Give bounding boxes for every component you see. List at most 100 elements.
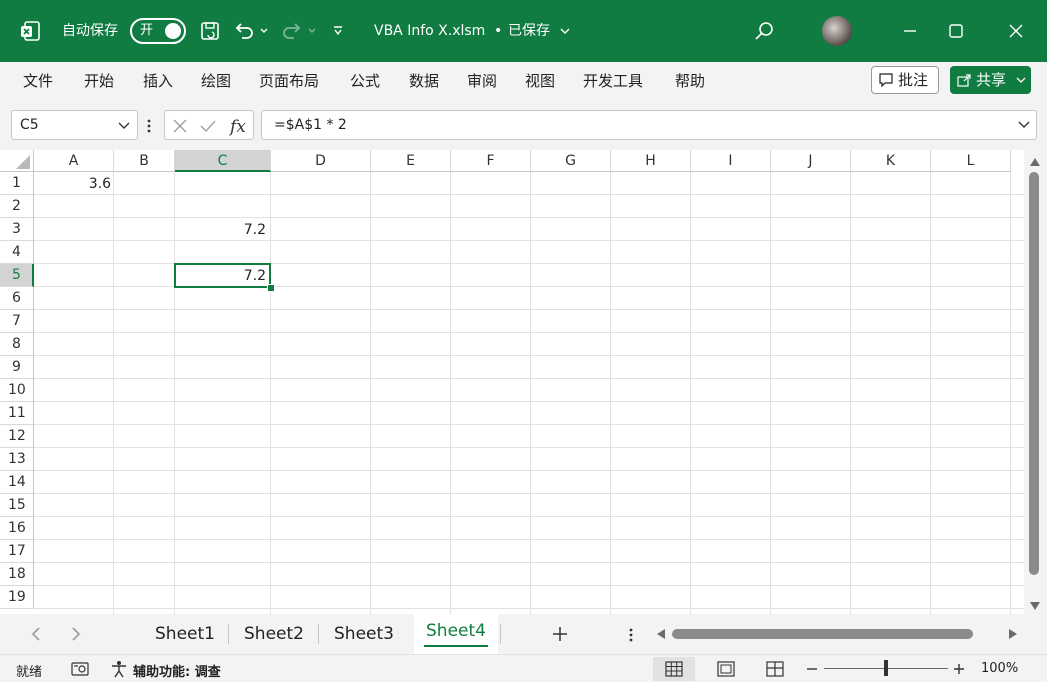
column-header-b[interactable]: B <box>114 150 175 172</box>
sheet-tab-sheet1[interactable]: Sheet1 <box>143 614 227 654</box>
row-header-14[interactable]: 14 <box>0 471 34 494</box>
tab-review[interactable]: 审阅 <box>467 62 497 100</box>
file-name[interactable]: VBA Info X.xlsm <box>374 0 485 62</box>
column-header-e[interactable]: E <box>371 150 451 172</box>
row-header-9[interactable]: 9 <box>0 356 34 379</box>
cell-a1[interactable]: 3.6 <box>34 173 111 195</box>
column-header-c[interactable]: C <box>175 150 271 172</box>
insert-function-icon[interactable]: fx <box>229 115 249 137</box>
cell-c5[interactable]: 7.2 <box>175 265 266 287</box>
select-all-corner[interactable] <box>0 150 34 172</box>
sheet-options-icon[interactable] <box>628 627 634 643</box>
macro-recorder-icon[interactable] <box>71 661 89 677</box>
fill-handle[interactable] <box>267 284 275 292</box>
undo-dropdown-icon[interactable] <box>254 17 274 45</box>
scroll-down-icon[interactable] <box>1029 601 1041 611</box>
row-header-17[interactable]: 17 <box>0 540 34 563</box>
enter-check-icon[interactable] <box>199 118 217 134</box>
scroll-up-icon[interactable] <box>1029 157 1041 167</box>
formula-input[interactable]: =$A$1 * 2 <box>261 110 1037 140</box>
maximize-icon[interactable] <box>942 17 970 45</box>
row-header-5[interactable]: 5 <box>0 264 34 287</box>
save-status[interactable]: 已保存 <box>508 0 550 62</box>
expand-formula-chevron-icon[interactable] <box>1018 120 1030 130</box>
zoom-level[interactable]: 100% <box>981 661 1018 676</box>
row-header-1[interactable]: 1 <box>0 172 34 195</box>
zoom-in-icon[interactable] <box>953 663 965 675</box>
tab-draw[interactable]: 绘图 <box>201 62 231 100</box>
column-header-d[interactable]: D <box>271 150 371 172</box>
row-header-18[interactable]: 18 <box>0 563 34 586</box>
next-sheet-icon[interactable] <box>70 627 82 641</box>
grid-row-line <box>34 401 1024 402</box>
minimize-icon[interactable] <box>896 17 924 45</box>
more-options-icon[interactable] <box>146 118 152 134</box>
cell-c3[interactable]: 7.2 <box>175 219 266 241</box>
search-icon[interactable] <box>750 17 778 45</box>
sheet-tab-sheet3[interactable]: Sheet3 <box>322 614 406 654</box>
scroll-right-icon[interactable] <box>1008 628 1018 640</box>
ribbon-tabs: 文件 开始 插入 绘图 页面布局 公式 数据 审阅 视图 开发工具 帮助 批注 … <box>0 62 1047 101</box>
redo-dropdown-icon[interactable] <box>302 17 322 45</box>
row-header-6[interactable]: 6 <box>0 287 34 310</box>
row-header-8[interactable]: 8 <box>0 333 34 356</box>
row-header-4[interactable]: 4 <box>0 241 34 264</box>
vertical-scroll-thumb[interactable] <box>1029 172 1039 575</box>
row-header-19[interactable]: 19 <box>0 586 34 609</box>
avatar[interactable] <box>822 16 852 46</box>
row-header-16[interactable]: 16 <box>0 517 34 540</box>
scroll-left-icon[interactable] <box>656 628 666 640</box>
zoom-out-icon[interactable] <box>806 668 818 670</box>
column-header-h[interactable]: H <box>611 150 691 172</box>
tab-developer[interactable]: 开发工具 <box>583 62 643 100</box>
tab-home[interactable]: 开始 <box>84 62 114 100</box>
name-box-chevron-icon[interactable] <box>118 121 130 131</box>
horizontal-scroll-thumb[interactable] <box>672 629 973 639</box>
add-sheet-icon[interactable] <box>552 626 568 642</box>
column-header-g[interactable]: G <box>531 150 611 172</box>
column-header-i[interactable]: I <box>691 150 771 172</box>
tab-file[interactable]: 文件 <box>23 62 53 100</box>
tab-insert[interactable]: 插入 <box>143 62 173 100</box>
column-header-k[interactable]: K <box>851 150 931 172</box>
comments-button[interactable]: 批注 <box>871 66 939 94</box>
page-break-view-button[interactable] <box>754 657 796 681</box>
row-header-15[interactable]: 15 <box>0 494 34 517</box>
zoom-slider-thumb[interactable] <box>884 660 888 676</box>
tab-help[interactable]: 帮助 <box>675 62 705 100</box>
cancel-icon[interactable] <box>172 118 188 134</box>
customize-toolbar-icon[interactable] <box>326 17 350 45</box>
tab-data[interactable]: 数据 <box>409 62 439 100</box>
save-icon[interactable] <box>196 17 224 45</box>
close-icon[interactable] <box>1002 17 1030 45</box>
normal-view-button[interactable] <box>653 657 695 681</box>
row-header-11[interactable]: 11 <box>0 402 34 425</box>
vertical-scrollbar[interactable] <box>1024 150 1047 614</box>
row-header-13[interactable]: 13 <box>0 448 34 471</box>
row-header-2[interactable]: 2 <box>0 195 34 218</box>
column-header-a[interactable]: A <box>34 150 114 172</box>
grid-row-line <box>34 447 1024 448</box>
horizontal-scrollbar[interactable] <box>652 624 1024 644</box>
share-button[interactable]: 共享 <box>950 66 1031 94</box>
tab-page-layout[interactable]: 页面布局 <box>259 62 319 100</box>
save-status-chevron-icon[interactable] <box>556 17 574 45</box>
autosave-toggle[interactable]: 开 <box>130 18 186 44</box>
name-box[interactable]: C5 <box>11 110 138 140</box>
row-header-12[interactable]: 12 <box>0 425 34 448</box>
page-layout-view-button[interactable] <box>705 657 747 681</box>
accessibility-icon[interactable] <box>110 660 128 678</box>
tab-formulas[interactable]: 公式 <box>350 62 380 100</box>
row-header-3[interactable]: 3 <box>0 218 34 241</box>
column-header-l[interactable]: L <box>931 150 1011 172</box>
column-header-j[interactable]: J <box>771 150 851 172</box>
column-header-f[interactable]: F <box>451 150 531 172</box>
tab-view[interactable]: 视图 <box>525 62 555 100</box>
prev-sheet-icon[interactable] <box>30 627 42 641</box>
sheet-tab-sheet4[interactable]: Sheet4 <box>414 614 498 654</box>
row-header-7[interactable]: 7 <box>0 310 34 333</box>
worksheet-grid[interactable]: ABCDEFGHIJKL 1 2 3 4 5 6 7 8 9 10 11 12 13 14 15 16 17 18… <box>0 150 1024 614</box>
sheet-tab-sheet2[interactable]: Sheet2 <box>232 614 316 654</box>
accessibility-status[interactable]: 辅助功能: 调查 <box>133 661 221 680</box>
row-header-10[interactable]: 10 <box>0 379 34 402</box>
